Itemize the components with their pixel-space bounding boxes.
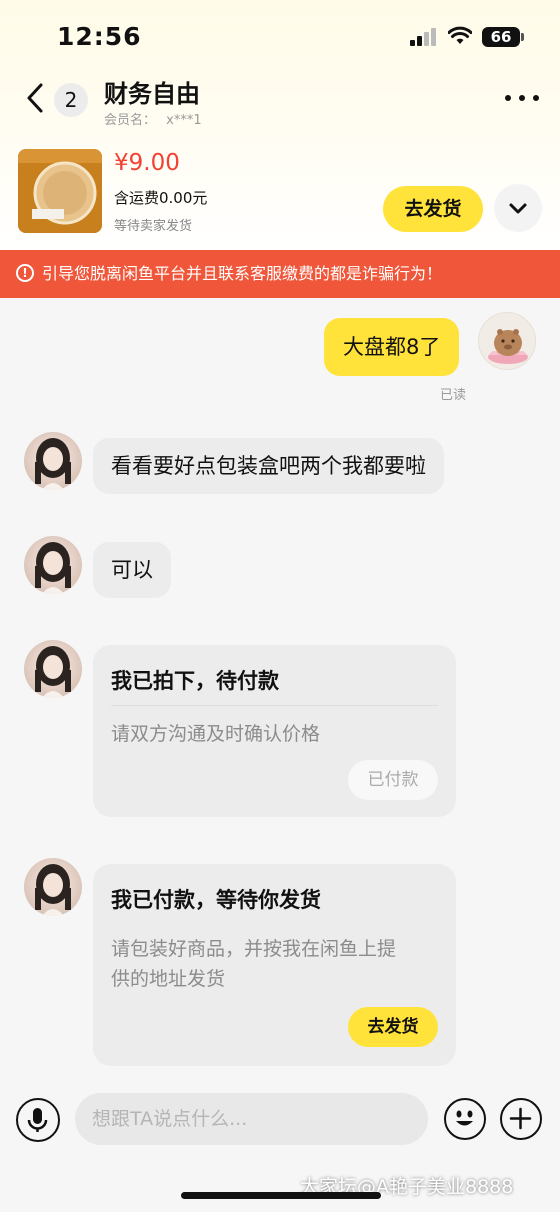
chevron-left-icon[interactable] [22,82,50,114]
order-card-paid[interactable]: 我已付款，等待你发货 请包装好商品，并按我在闲鱼上提 供的地址发货 去发货 [93,864,456,1066]
status-time: 12:56 [57,22,142,51]
contact-avatar[interactable] [24,536,82,594]
alert-circle-icon: ! [16,264,34,282]
order-status: 等待卖家发货 [114,219,193,234]
expand-button[interactable] [494,184,542,232]
message-text: 看看要好点包装盒吧两个我都要啦 [111,454,426,478]
cellular-signal-icon [410,28,438,46]
member-name-line: 会员名： x***1 [104,109,202,128]
my-avatar[interactable] [478,312,536,370]
message-text: 大盘都8了 [343,335,441,359]
contact-avatar[interactable] [24,432,82,490]
member-name: x***1 [166,113,202,128]
status-bar: 12:56 66 [0,0,560,70]
ship-button[interactable]: 去发货 [348,1007,438,1047]
card-title: 我已付款，等待你发货 [111,888,321,912]
order-card-pending-payment[interactable]: 我已拍下，待付款 请双方沟通及时确认价格 已付款 [93,645,456,817]
product-price: ¥9.00 [114,150,180,176]
card-description: 请双方沟通及时确认价格 [111,723,321,745]
fraud-warning-banner: ! 引导您脱离闲鱼平台并且联系客服缴费的都是诈骗行为！ [0,250,560,298]
chat-title: 财务自由 [104,80,200,108]
read-receipt: 已读 [440,388,467,403]
card-description-line: 供的地址发货 [111,968,226,990]
paid-button[interactable]: 已付款 [348,760,438,800]
more-dots-icon[interactable] [505,95,541,105]
card-divider [111,705,438,706]
shipping-fee: 含运费0.00元 [114,189,208,207]
chevron-down-icon [509,203,527,214]
contact-message-bubble[interactable]: 看看要好点包装盒吧两个我都要啦 [93,438,444,494]
contact-message-bubble[interactable]: 可以 [93,542,171,598]
smiley-icon[interactable] [444,1098,486,1140]
plus-icon[interactable] [500,1098,542,1140]
card-description: 请包装好商品，并按我在闲鱼上提 供的地址发货 [111,934,396,994]
microphone-icon[interactable] [16,1098,60,1142]
my-message-bubble[interactable]: 大盘都8了 [324,318,460,376]
member-label: 会员名： [104,113,157,128]
wifi-icon [448,26,472,44]
message-input[interactable] [75,1093,428,1145]
unread-count-badge[interactable]: 2 [54,83,88,117]
card-description-line: 请包装好商品，并按我在闲鱼上提 [111,938,397,960]
battery-indicator: 66 [482,27,524,47]
warning-text: 引导您脱离闲鱼平台并且联系客服缴费的都是诈骗行为！ [42,264,443,283]
contact-avatar[interactable] [24,640,82,698]
home-indicator[interactable] [181,1192,381,1199]
message-text: 可以 [111,558,153,582]
ship-button[interactable]: 去发货 [383,186,483,232]
card-title: 我已拍下，待付款 [111,669,279,693]
product-thumbnail[interactable] [18,149,102,233]
contact-avatar[interactable] [24,858,82,916]
